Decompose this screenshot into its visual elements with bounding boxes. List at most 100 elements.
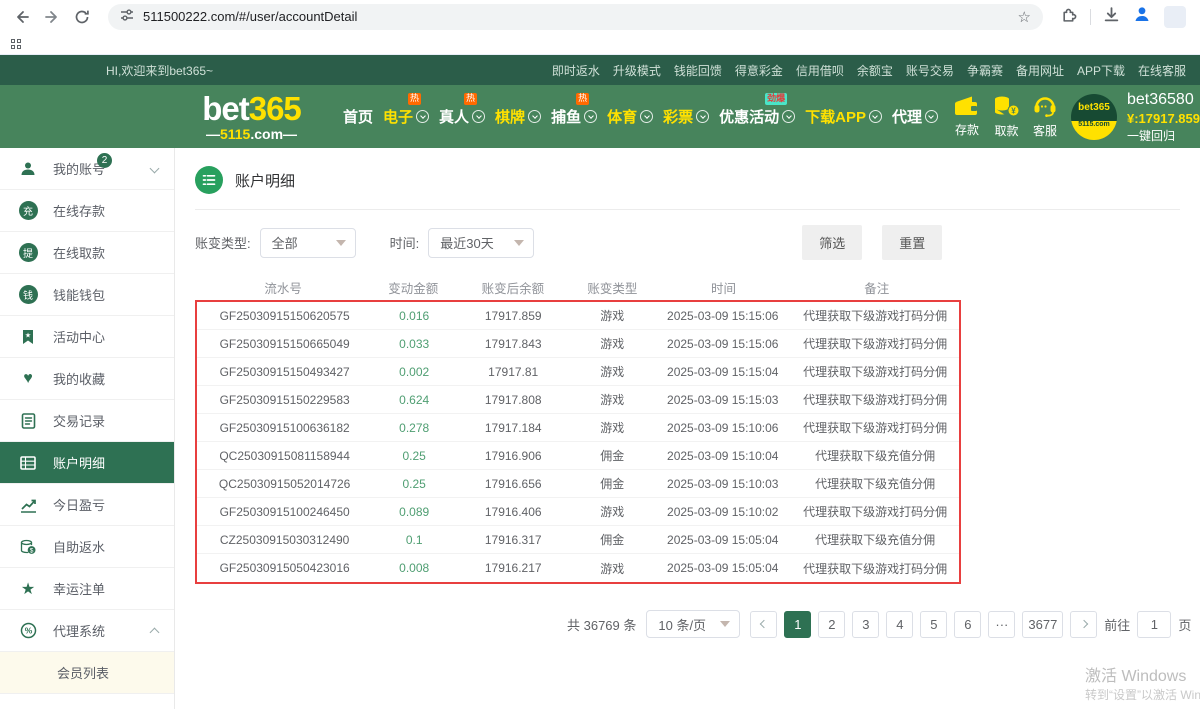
- reset-button[interactable]: 重置: [882, 225, 942, 260]
- logo-bet: bet: [202, 90, 249, 127]
- prev-page-button[interactable]: [750, 611, 777, 638]
- profile-avatar-icon[interactable]: [1132, 4, 1152, 29]
- coin-logo-badge[interactable]: bet365 5115.com: [1071, 94, 1117, 140]
- menu-icon[interactable]: [1164, 6, 1186, 28]
- reload-icon[interactable]: [70, 5, 94, 29]
- commission-icon: %: [18, 622, 38, 639]
- sidebar-item-today-pnl[interactable]: 今日盈亏: [0, 484, 174, 526]
- goto-label: 前往: [1104, 615, 1130, 634]
- chevron-down-icon: [696, 110, 709, 123]
- address-bar[interactable]: 511500222.com/#/user/accountDetail ☆: [108, 4, 1043, 30]
- link-instant-rebate[interactable]: 即时返水: [552, 62, 600, 79]
- top-utility-bar: HI,欢迎来到bet365~ 即时返水 升级模式 钱能回馈 得意彩金 信用借呗 …: [0, 55, 1200, 85]
- site-settings-icon[interactable]: [120, 8, 134, 25]
- time-filter-label: 时间:: [390, 233, 420, 252]
- nav-item-sports[interactable]: 体育: [607, 106, 653, 127]
- sidebar-item-online-deposit[interactable]: 充 在线存款: [0, 190, 174, 232]
- withdraw-button[interactable]: ¥ 取款: [993, 95, 1020, 139]
- one-click-recycle-button[interactable]: 一键回归: [1127, 128, 1200, 144]
- coins-icon: ¥: [993, 95, 1020, 120]
- nav-item-lottery[interactable]: 彩票: [663, 106, 709, 127]
- nav-item-promotions[interactable]: 劲爆优惠活动: [719, 106, 795, 127]
- downloads-icon[interactable]: [1103, 6, 1120, 28]
- table-row: QC250309150811589440.2517916.906佣金2025-0…: [197, 442, 959, 470]
- link-tournament[interactable]: 争霸赛: [967, 62, 1003, 79]
- nav-item-agent[interactable]: 代理: [892, 106, 938, 127]
- chevron-up-icon: [150, 628, 160, 638]
- document-icon: [18, 413, 38, 429]
- page-button-1[interactable]: 1: [784, 611, 811, 638]
- table-icon: [18, 455, 38, 471]
- page-size-select[interactable]: 10 条/页: [646, 610, 740, 638]
- page-ellipsis[interactable]: ···: [988, 611, 1015, 638]
- sidebar-item-favorites[interactable]: ♥ 我的收藏: [0, 358, 174, 400]
- new-badge: 劲爆: [765, 93, 787, 105]
- person-icon: [18, 161, 38, 177]
- balance: ¥:17917.859: [1127, 110, 1200, 128]
- star-icon: ★: [18, 579, 38, 599]
- welcome-text: HI,欢迎来到bet365~: [106, 62, 213, 79]
- nav-item-slots[interactable]: 热电子: [383, 106, 429, 127]
- link-credit-loan[interactable]: 信用借呗: [796, 62, 844, 79]
- table-row: GF250309151506205750.01617917.859游戏2025-…: [197, 302, 959, 330]
- page-button-2[interactable]: 2: [818, 611, 845, 638]
- svg-text:%: %: [24, 626, 32, 636]
- deposit-button[interactable]: 存款: [954, 95, 980, 139]
- chevron-down-icon: [782, 110, 795, 123]
- sidebar-item-online-withdraw[interactable]: 提 在线取款: [0, 232, 174, 274]
- sidebar-item-account-detail[interactable]: 账户明细: [0, 442, 174, 484]
- goto-page-input[interactable]: [1137, 611, 1171, 638]
- link-backup-url[interactable]: 备用网址: [1016, 62, 1064, 79]
- annotation-rectangle: GF250309151506205750.01617917.859游戏2025-…: [195, 300, 961, 584]
- chevron-down-icon: [640, 110, 653, 123]
- extensions-icon[interactable]: [1061, 6, 1078, 28]
- filter-button[interactable]: 筛选: [802, 225, 862, 260]
- sidebar-item-member-list[interactable]: 会员列表: [0, 652, 174, 694]
- notification-badge: 2: [97, 153, 112, 168]
- chevron-down-icon: [150, 164, 160, 174]
- sidebar-item-agent-system[interactable]: % 代理系统: [0, 610, 174, 652]
- account-detail-icon: [195, 166, 223, 194]
- page-button-3[interactable]: 3: [852, 611, 879, 638]
- svg-text:$: $: [30, 547, 34, 554]
- page-button-6[interactable]: 6: [954, 611, 981, 638]
- bookmark-star-icon[interactable]: ☆: [1018, 8, 1031, 26]
- coin-stack-icon: $: [18, 539, 38, 555]
- url-text: 511500222.com/#/user/accountDetail: [143, 9, 357, 24]
- back-icon[interactable]: [10, 5, 34, 29]
- link-app-download[interactable]: APP下载: [1077, 62, 1125, 79]
- apps-grid-icon[interactable]: [11, 39, 21, 49]
- sidebar-item-qianneng-wallet[interactable]: 钱 钱能钱包: [0, 274, 174, 316]
- forward-icon[interactable]: [40, 5, 64, 29]
- hot-badge: 热: [576, 93, 589, 105]
- nav-item-home[interactable]: 首页: [343, 106, 373, 127]
- sidebar-item-activity-center[interactable]: ★ 活动中心: [0, 316, 174, 358]
- sidebar-item-transaction-records[interactable]: 交易记录: [0, 400, 174, 442]
- link-yuebao[interactable]: 余额宝: [857, 62, 893, 79]
- time-select[interactable]: 最近30天: [428, 228, 534, 258]
- link-online-service[interactable]: 在线客服: [1138, 62, 1186, 79]
- table-header-row: 流水号 变动金额 账变后余额 账变类型 时间 备注: [195, 274, 961, 300]
- link-qianneng-rebate[interactable]: 钱能回馈: [674, 62, 722, 79]
- goto-unit: 页: [1178, 615, 1191, 634]
- header-actions: 存款 ¥ 取款 客服: [954, 95, 1057, 139]
- sidebar-item-lucky-bets[interactable]: ★ 幸运注单: [0, 568, 174, 610]
- nav-item-fishing[interactable]: 热捕鱼: [551, 106, 597, 127]
- site-logo[interactable]: bet365 —5115.com—: [200, 92, 303, 141]
- logo-365: 365: [249, 90, 301, 127]
- sidebar-item-my-account[interactable]: 我的账号 2: [0, 148, 174, 190]
- page-button-5[interactable]: 5: [920, 611, 947, 638]
- next-page-button[interactable]: [1070, 611, 1097, 638]
- sidebar-item-self-rebate[interactable]: $ 自助返水: [0, 526, 174, 568]
- chevron-down-icon: [472, 110, 485, 123]
- link-upgrade-mode[interactable]: 升级模式: [613, 62, 661, 79]
- link-bonus[interactable]: 得意彩金: [735, 62, 783, 79]
- link-account-trade[interactable]: 账号交易: [906, 62, 954, 79]
- nav-item-live[interactable]: 热真人: [439, 106, 485, 127]
- nav-item-chess[interactable]: 棋牌: [495, 106, 541, 127]
- customer-service-button[interactable]: 客服: [1033, 95, 1057, 139]
- page-button-last[interactable]: 3677: [1022, 611, 1063, 638]
- page-button-4[interactable]: 4: [886, 611, 913, 638]
- nav-item-download-app[interactable]: 下载APP: [805, 106, 882, 127]
- type-select[interactable]: 全部: [260, 228, 356, 258]
